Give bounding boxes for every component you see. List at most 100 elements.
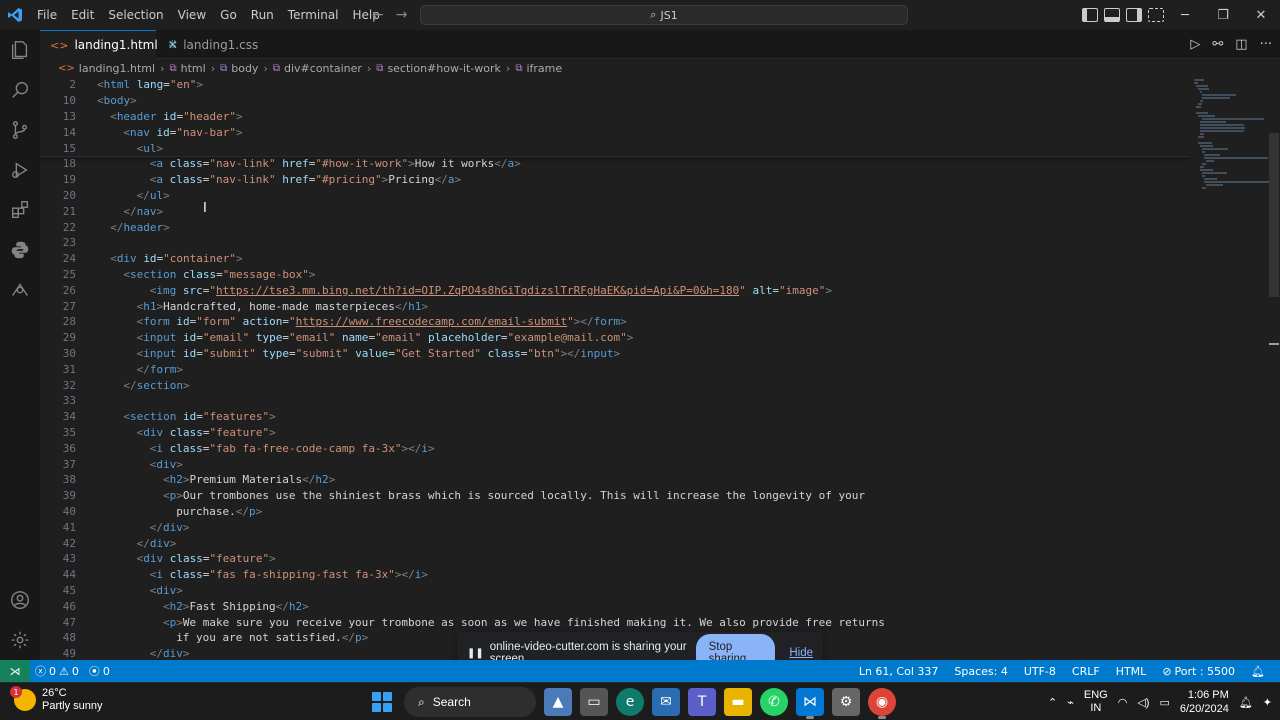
cursor-position[interactable]: Ln 61, Col 337	[854, 665, 944, 678]
wifi-icon[interactable]: ◠	[1118, 696, 1128, 709]
extensions-icon[interactable]	[0, 190, 40, 230]
code-line[interactable]: 24 <div id="container">	[40, 251, 1190, 267]
explorer-icon[interactable]	[0, 30, 40, 70]
teams-icon[interactable]: T	[688, 688, 716, 716]
input-language[interactable]: ENG IN	[1084, 689, 1108, 715]
code-line[interactable]: 42 </div>	[40, 535, 1190, 551]
code-line[interactable]: 41 </div>	[40, 519, 1190, 535]
code-line[interactable]: 19 <a class="nav-link" href="#pricing">Pr…	[40, 172, 1190, 188]
taskbar-search[interactable]: ⌕ Search	[404, 687, 536, 717]
close-window-icon[interactable]: ✕	[1242, 0, 1280, 30]
code-line[interactable]: 23	[40, 235, 1190, 251]
accounts-icon[interactable]	[0, 580, 40, 620]
task-view-icon[interactable]: ▭	[580, 688, 608, 716]
minimize-icon[interactable]: ─	[1166, 0, 1204, 30]
run-file-icon[interactable]: ▷	[1190, 37, 1200, 52]
code-line[interactable]: 36 <i class="fab fa-free-code-camp fa-3x"…	[40, 440, 1190, 456]
toggle-panel-icon[interactable]	[1104, 8, 1120, 22]
volume-icon[interactable]: ◁)	[1137, 696, 1149, 709]
tab-landing1-html[interactable]: <> landing1.html ✕	[40, 30, 178, 59]
code-line[interactable]: 43 <div class="feature">	[40, 551, 1190, 567]
code-line[interactable]: 28 <form id="form" action="https://www.fr…	[40, 314, 1190, 330]
code-line[interactable]: 35 <div class="feature">	[40, 425, 1190, 441]
menu-run[interactable]: Run	[244, 0, 281, 30]
code-line[interactable]: 22 </header>	[40, 219, 1190, 235]
code-line[interactable]: 33	[40, 393, 1190, 409]
code-line[interactable]: 40 purchase.</p>	[40, 504, 1190, 520]
windows-start-icon[interactable]	[368, 688, 396, 716]
customize-layout-icon[interactable]	[1148, 8, 1164, 22]
settings-gear-icon[interactable]: ⚙	[832, 688, 860, 716]
code-line[interactable]: 14 <nav id="nav-bar">	[40, 124, 1190, 140]
code-editor[interactable]: 2 <html lang="en"> 10 <body> 13 <header id="h…	[40, 77, 1280, 660]
code-line[interactable]: 38 <h2>Premium Materials</h2>	[40, 472, 1190, 488]
menu-file[interactable]: File	[30, 0, 64, 30]
breadcrumb-body[interactable]: ⧉ body	[220, 62, 258, 75]
code-line[interactable]: 31 </form>	[40, 361, 1190, 377]
hide-banner-link[interactable]: Hide	[789, 647, 813, 659]
breadcrumb-section[interactable]: ⧉ section#how-it-work	[376, 62, 501, 75]
encoding[interactable]: UTF-8	[1019, 665, 1061, 678]
breadcrumb-iframe[interactable]: ⧉ iframe	[515, 62, 562, 75]
search-view-icon[interactable]	[0, 70, 40, 110]
code-line[interactable]: 26 <img src="https://tse3.mm.bing.net/th?…	[40, 282, 1190, 298]
restore-icon[interactable]: ❐	[1204, 0, 1242, 30]
remote-indicator-icon[interactable]: ⋊	[0, 660, 30, 682]
code-line[interactable]: 21 </nav>	[40, 203, 1190, 219]
code-line[interactable]: 15 <ul>	[40, 140, 1190, 156]
file-explorer-icon[interactable]: ▬	[724, 688, 752, 716]
code-line[interactable]: 47 <p>We make sure you receive your tromb…	[40, 614, 1190, 630]
problems-indicator[interactable]: ⓧ 0 ⚠ 0	[30, 663, 84, 679]
chrome-icon[interactable]: ◉	[868, 688, 896, 719]
copilot-icon[interactable]: ✦	[1263, 696, 1272, 709]
live-server-port[interactable]: ⊘ Port : 5500	[1157, 665, 1240, 678]
notifications-bell-icon[interactable]: 🔔︎	[1246, 665, 1270, 678]
code-line[interactable]: 45 <div>	[40, 583, 1190, 599]
vertical-scrollbar[interactable]	[1269, 133, 1279, 297]
vscode-taskbar-icon[interactable]: ⋈	[796, 688, 824, 719]
end-of-line[interactable]: CRLF	[1067, 665, 1105, 678]
more-actions-icon[interactable]: ···	[1260, 37, 1272, 52]
code-line[interactable]: 44 <i class="fas fa-shipping-fast fa-3x">…	[40, 567, 1190, 583]
code-line[interactable]: 34 <section id="features">	[40, 409, 1190, 425]
language-mode[interactable]: HTML	[1111, 665, 1152, 678]
network-status-icon[interactable]: ⌁	[1067, 696, 1074, 709]
menu-edit[interactable]: Edit	[64, 0, 101, 30]
live-share-icon[interactable]: ⚯	[1212, 37, 1223, 52]
remote-explorer-icon[interactable]	[0, 270, 40, 310]
source-control-icon[interactable]	[0, 110, 40, 150]
mail-icon[interactable]: ✉	[652, 688, 680, 716]
menu-selection[interactable]: Selection	[101, 0, 170, 30]
code-line[interactable]: 32 </section>	[40, 377, 1190, 393]
code-line[interactable]: 20 </ul>	[40, 188, 1190, 204]
weather-widget[interactable]: 1 26°C Partly sunny	[10, 686, 103, 713]
code-line[interactable]: 27 <h1>Handcrafted, home-made masterpiece…	[40, 298, 1190, 314]
code-line[interactable]: 25 <section class="message-box">	[40, 267, 1190, 283]
edge-browser-icon[interactable]: e	[616, 688, 644, 716]
code-line[interactable]: 30 <input id="submit" type="submit" value…	[40, 346, 1190, 362]
indentation[interactable]: Spaces: 4	[949, 665, 1012, 678]
breadcrumb-html[interactable]: ⧉ html	[169, 62, 205, 75]
notification-bell-icon[interactable]: 🔔︎	[1239, 696, 1253, 709]
code-line[interactable]: 29 <input id="email" type="email" name="e…	[40, 330, 1190, 346]
widgets-landscape-icon[interactable]: ▲	[544, 688, 572, 716]
toggle-secondary-sidebar-icon[interactable]	[1126, 8, 1142, 22]
show-hidden-icons-chevron-icon[interactable]: ⌃	[1048, 696, 1057, 709]
command-center-search[interactable]: ⌕ JS1	[420, 5, 908, 25]
breadcrumb-container[interactable]: ⧉ div#container	[273, 62, 362, 75]
python-icon[interactable]	[0, 230, 40, 270]
menu-terminal[interactable]: Terminal	[281, 0, 346, 30]
battery-icon[interactable]: ▭	[1159, 696, 1169, 709]
back-arrow-icon[interactable]: ←	[372, 7, 384, 23]
whatsapp-icon[interactable]: ✆	[760, 688, 788, 716]
clock[interactable]: 1:06 PM 6/20/2024	[1180, 688, 1229, 716]
code-line[interactable]: 46 <h2>Fast Shipping</h2>	[40, 598, 1190, 614]
code-line[interactable]: 2 <html lang="en">	[40, 77, 1190, 93]
ports-indicator[interactable]: ⦿ 0	[84, 663, 115, 679]
forward-arrow-icon[interactable]: →	[396, 7, 408, 23]
split-editor-icon[interactable]: ◫	[1235, 37, 1247, 52]
tab-landing1-css[interactable]: # landing1.css	[158, 30, 268, 59]
code-line[interactable]: 10 <body>	[40, 93, 1190, 109]
code-line[interactable]: 39 <p>Our trombones use the shiniest bras…	[40, 488, 1190, 504]
breadcrumb-file[interactable]: <> landing1.html	[58, 62, 155, 75]
